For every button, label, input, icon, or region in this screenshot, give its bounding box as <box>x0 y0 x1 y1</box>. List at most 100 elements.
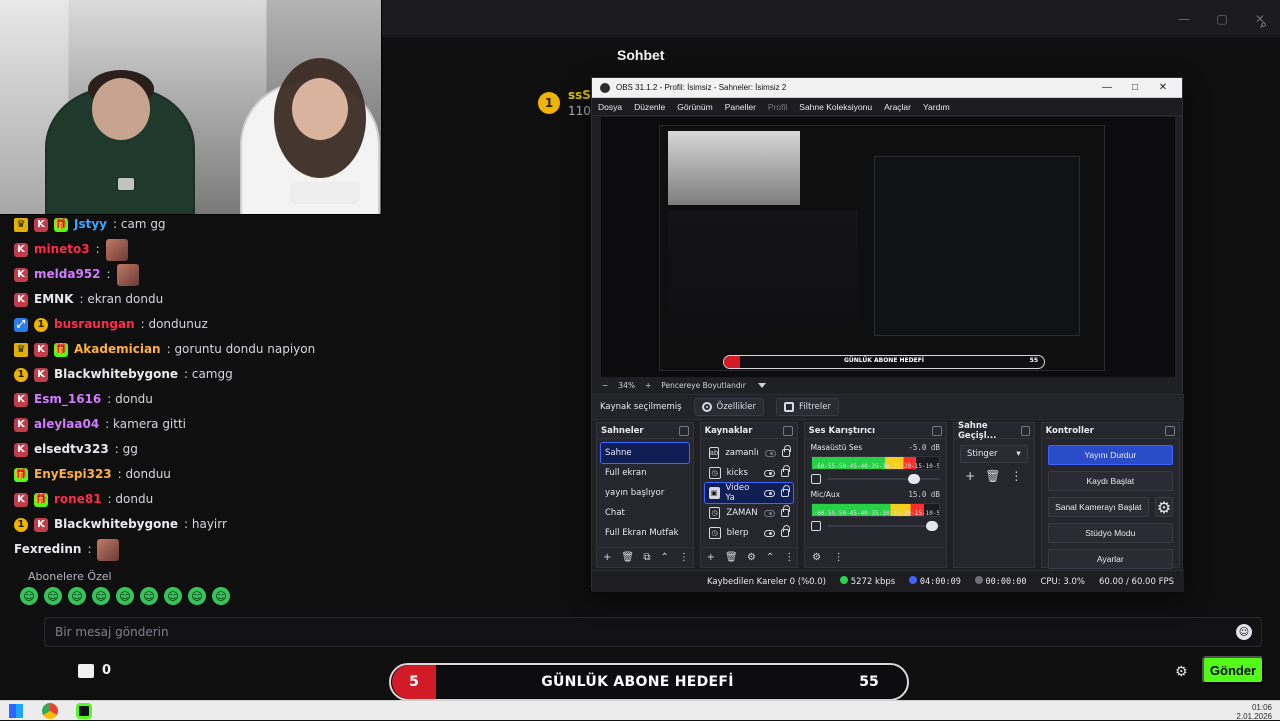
transition-select[interactable]: Stinger ▾ <box>959 445 1028 463</box>
more-icon[interactable]: ⋮ <box>1010 469 1022 483</box>
emote-icon[interactable]: ☺ <box>140 587 158 605</box>
obs-minimize-icon[interactable]: — <box>1096 82 1118 93</box>
taskbar-clock[interactable]: 01:06 2.01.2026 <box>1236 703 1272 721</box>
chat-username[interactable]: Blackwhitebygone <box>54 362 178 387</box>
obs-menu-item[interactable]: Sahne Koleksiyonu <box>799 102 872 112</box>
slider-knob[interactable] <box>908 474 921 484</box>
volume-slider[interactable] <box>810 521 940 531</box>
more-icon[interactable]: ⋮ <box>784 552 794 563</box>
maximize-icon[interactable]: ▢ <box>1212 12 1232 26</box>
emote-icon[interactable]: ☺ <box>188 587 206 605</box>
obs-preview[interactable]: GÜNLÜK ABONE HEDEFİ 55 <box>659 125 1105 371</box>
zoom-out-button[interactable]: − <box>602 381 608 390</box>
chat-username[interactable]: Akademician <box>74 337 161 362</box>
settings-button[interactable]: Ayarlar <box>1047 549 1173 569</box>
obs-menu-item[interactable]: Düzenle <box>634 102 665 112</box>
chat-username[interactable]: mineto3 <box>34 237 90 262</box>
add-scene-icon[interactable]: + <box>603 552 611 563</box>
lock-icon[interactable] <box>780 485 790 497</box>
emote-icon[interactable]: ☺ <box>92 587 110 605</box>
obs-close-icon[interactable]: ✕ <box>1152 82 1174 93</box>
dock-undock-icon[interactable] <box>931 425 942 436</box>
scene-item[interactable]: Full Ekran Mutfak <box>601 523 689 543</box>
scene-item[interactable]: Chat <box>601 503 689 523</box>
move-up-icon[interactable]: ⌃ <box>766 552 774 563</box>
chat-settings-icon[interactable]: ⚙ <box>1175 664 1188 680</box>
delete-scene-icon[interactable]: 🗑 <box>621 552 634 563</box>
chat-username[interactable]: melda952 <box>34 262 101 287</box>
obs-menu-item[interactable]: Dosya <box>598 102 622 112</box>
properties-button[interactable]: Özellikler <box>693 398 765 416</box>
obs-menu-item[interactable]: Görünüm <box>677 102 712 112</box>
dock-undock-icon[interactable] <box>782 425 793 436</box>
scene-item[interactable]: yayın başlıyor <box>601 483 689 503</box>
visibility-off-icon[interactable] <box>763 509 775 517</box>
emoji-picker-icon[interactable]: ☺ <box>1236 624 1252 640</box>
chat-username[interactable]: busraungan <box>54 312 135 337</box>
obs-preview-area[interactable]: GÜNLÜK ABONE HEDEFİ 55 <box>600 116 1176 378</box>
scene-item[interactable]: Full ekran <box>601 463 689 483</box>
add-transition-icon[interactable]: + <box>965 469 975 483</box>
visibility-icon[interactable] <box>763 469 775 477</box>
stop-stream-button[interactable]: Yayını Durdur <box>1047 445 1173 465</box>
obs-menu-item[interactable]: Yardım <box>923 102 950 112</box>
obs-menu-item[interactable]: Araçlar <box>884 102 911 112</box>
obs-menu-item[interactable]: Paneller <box>725 102 756 112</box>
chat-username[interactable]: Blackwhitebygone <box>54 512 178 537</box>
source-item[interactable]: ▣ Video Ya <box>703 482 794 504</box>
visibility-off-icon[interactable] <box>764 449 776 457</box>
source-settings-icon[interactable]: ⚙ <box>747 552 756 563</box>
scene-item[interactable]: Sahne <box>600 442 690 464</box>
start-recording-button[interactable]: Kaydı Başlat <box>1047 471 1173 491</box>
chat-username[interactable]: Jstyy <box>74 212 107 237</box>
search-plus-icon[interactable]: ⌕ <box>1260 17 1267 32</box>
chat-username[interactable]: Esm_1616 <box>34 387 101 412</box>
chat-username[interactable]: EMNK <box>34 287 73 312</box>
lock-icon[interactable] <box>780 465 790 477</box>
kick-app-icon[interactable] <box>76 703 92 719</box>
obs-maximize-icon[interactable]: □ <box>1124 82 1146 93</box>
dock-undock-icon[interactable] <box>1165 425 1175 436</box>
chat-username[interactable]: Fexredinn <box>14 537 81 562</box>
zoom-in-button[interactable]: + <box>645 381 651 390</box>
delete-transition-icon[interactable]: 🗑 <box>985 469 1000 483</box>
studio-mode-button[interactable]: Stüdyo Modu <box>1047 523 1173 543</box>
volume-slider[interactable] <box>810 474 940 484</box>
visibility-icon[interactable] <box>763 529 775 537</box>
emote-icon[interactable]: ☺ <box>44 587 62 605</box>
lock-icon[interactable] <box>781 445 791 457</box>
move-up-icon[interactable]: ⌃ <box>661 552 669 563</box>
gear-icon[interactable]: ⚙ <box>1155 497 1173 517</box>
add-source-icon[interactable]: + <box>707 552 715 563</box>
delete-source-icon[interactable]: 🗑 <box>725 552 738 563</box>
minimize-icon[interactable]: — <box>1174 12 1194 26</box>
slider-knob[interactable] <box>926 521 939 531</box>
emote-icon[interactable]: ☺ <box>116 587 134 605</box>
emote-icon[interactable]: ☺ <box>20 587 38 605</box>
filters-button[interactable]: Filtreler <box>776 398 839 416</box>
mixer-settings-icon[interactable]: ⚙ <box>811 552 823 563</box>
source-item[interactable]: ◷ kicks <box>705 463 793 483</box>
dock-undock-icon[interactable] <box>1020 425 1030 436</box>
chrome-icon[interactable] <box>42 703 58 719</box>
source-item[interactable]: ab zamanlı <box>705 443 793 463</box>
emote-icon[interactable]: ☺ <box>68 587 86 605</box>
speaker-icon[interactable] <box>810 474 821 484</box>
lock-icon[interactable] <box>780 525 790 537</box>
emote-icon[interactable]: ☺ <box>212 587 230 605</box>
chat-username[interactable]: elsedtv323 <box>34 437 109 462</box>
visibility-icon[interactable] <box>763 489 775 497</box>
source-item[interactable]: ◷ blerp <box>705 523 793 543</box>
chat-username[interactable]: EnyEspi323 <box>34 462 112 487</box>
scene-filter-icon[interactable]: ⧉ <box>643 552 650 563</box>
chat-username[interactable]: aleylaa04 <box>34 412 99 437</box>
slider-track[interactable] <box>826 474 940 484</box>
emote-bar[interactable]: ☺ ☺ ☺ ☺ ☺ ☺ ☺ ☺ ☺ <box>20 587 230 605</box>
send-button[interactable]: Gönder <box>1202 656 1264 684</box>
windows-start-icon[interactable] <box>9 704 23 718</box>
source-item[interactable]: ◷ ZAMAN <box>705 503 793 523</box>
speaker-icon[interactable] <box>810 521 821 531</box>
chevron-down-icon[interactable] <box>757 382 766 388</box>
more-icon[interactable]: ⋮ <box>679 552 689 563</box>
more-icon[interactable]: ⋮ <box>833 552 845 563</box>
